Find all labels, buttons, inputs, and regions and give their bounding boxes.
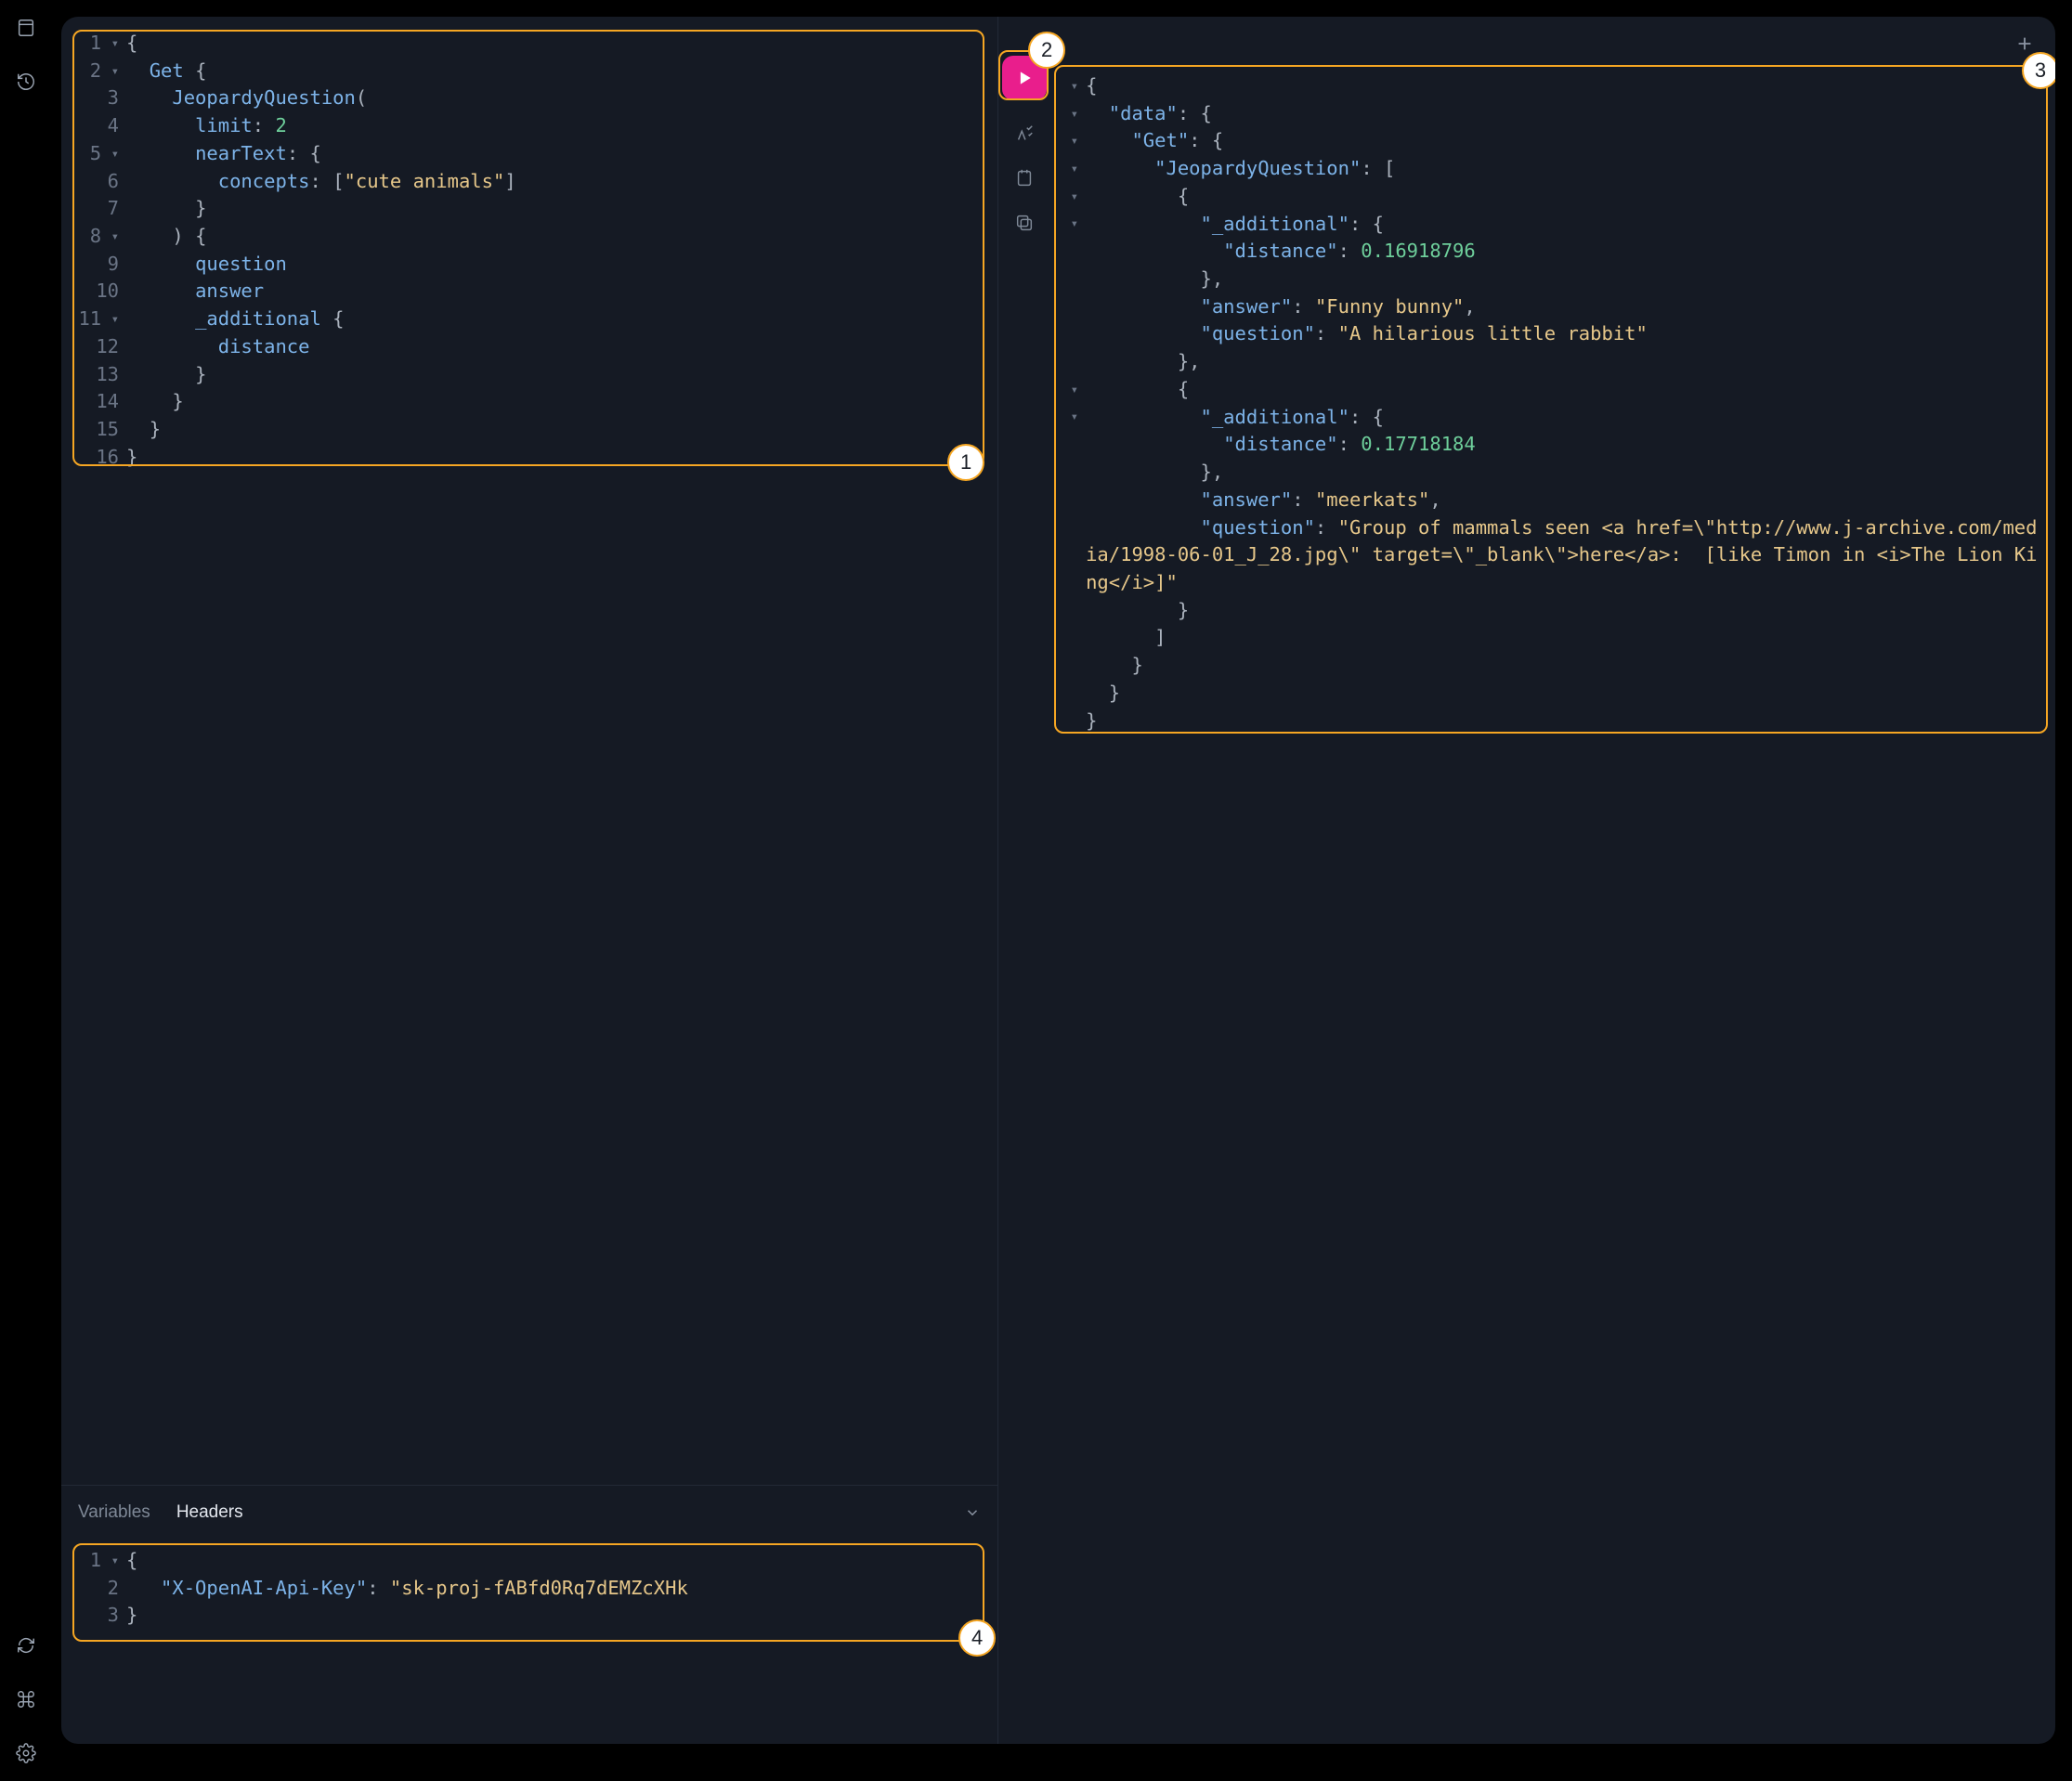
panel-icon[interactable]: [15, 17, 37, 39]
code-line[interactable]: },: [1060, 348, 2046, 376]
tab-headers[interactable]: Headers: [176, 1502, 243, 1523]
code-line[interactable]: ▾{: [1060, 72, 2046, 100]
code-line[interactable]: 16}: [71, 444, 988, 472]
copy-icon[interactable]: [1013, 212, 1036, 234]
code-line[interactable]: }: [1060, 652, 2046, 680]
run-button[interactable]: [1002, 56, 1047, 100]
code-line[interactable]: 4 limit: 2: [71, 112, 988, 140]
code-line[interactable]: ▾ "_additional": {: [1060, 404, 2046, 432]
code-line[interactable]: 14 }: [71, 388, 988, 416]
code-line[interactable]: 3 JeopardyQuestion(: [71, 84, 988, 112]
code-line[interactable]: 5 ▾ nearText: {: [71, 140, 988, 168]
history-icon[interactable]: [15, 71, 37, 93]
code-line[interactable]: 1 ▾{: [71, 30, 988, 58]
code-line[interactable]: "answer": "meerkats",: [1060, 487, 2046, 514]
code-line[interactable]: "distance": 0.16918796: [1060, 238, 2046, 266]
code-line[interactable]: }: [1060, 680, 2046, 708]
result-pane: 3 ▾{▾ "data": {▾ "Get": {▾ "JeopardyQues…: [1050, 17, 2055, 1744]
code-line[interactable]: 9 question: [71, 251, 988, 279]
code-line[interactable]: ▾ {: [1060, 376, 2046, 404]
code-line[interactable]: 6 concepts: ["cute animals"]: [71, 168, 988, 196]
code-line[interactable]: }: [1060, 597, 2046, 625]
code-line[interactable]: 2 "X-OpenAI-Api-Key": "sk-proj-fABfd0Rq7…: [71, 1575, 988, 1603]
code-line[interactable]: 1 ▾{: [71, 1547, 988, 1575]
code-line[interactable]: 8 ▾ ) {: [71, 223, 988, 251]
code-line[interactable]: 2 ▾ Get {: [71, 58, 988, 85]
collapse-chevron-icon[interactable]: [964, 1504, 981, 1521]
code-line[interactable]: ▾ "data": {: [1060, 100, 2046, 128]
code-line[interactable]: ▾ "Get": {: [1060, 127, 2046, 155]
code-line[interactable]: "question": "Group of mammals seen <a hr…: [1060, 514, 2046, 597]
code-line[interactable]: }: [1060, 708, 2046, 735]
headers-editor[interactable]: 4 1 ▾{2 "X-OpenAI-Api-Key": "sk-proj-fAB…: [61, 1540, 997, 1744]
code-line[interactable]: },: [1060, 459, 2046, 487]
merge-icon[interactable]: [1013, 167, 1036, 189]
code-line[interactable]: 7 }: [71, 195, 988, 223]
code-line[interactable]: ]: [1060, 624, 2046, 652]
code-line[interactable]: ▾ "_additional": {: [1060, 211, 2046, 239]
code-line[interactable]: },: [1060, 266, 2046, 293]
code-line[interactable]: 15 }: [71, 416, 988, 444]
code-line[interactable]: 10 answer: [71, 278, 988, 306]
code-line[interactable]: "answer": "Funny bunny",: [1060, 293, 2046, 321]
prettify-icon[interactable]: [1013, 123, 1036, 145]
left-pane: 1 1 ▾{2 ▾ Get {3 JeopardyQuestion(4 limi…: [61, 17, 998, 1744]
app-sidebar: [0, 0, 52, 1781]
action-rail: 2: [998, 17, 1050, 1744]
add-tab-icon[interactable]: [2014, 33, 2035, 54]
refresh-icon[interactable]: [15, 1634, 37, 1657]
code-line[interactable]: 3}: [71, 1602, 988, 1630]
workspace: 1 1 ▾{2 ▾ Get {3 JeopardyQuestion(4 limi…: [61, 17, 2055, 1744]
query-editor[interactable]: 1 1 ▾{2 ▾ Get {3 JeopardyQuestion(4 limi…: [61, 17, 997, 1485]
code-line[interactable]: ▾ {: [1060, 183, 2046, 211]
code-line[interactable]: 13 }: [71, 361, 988, 389]
tab-variables[interactable]: Variables: [78, 1502, 150, 1523]
code-line[interactable]: "distance": 0.17718184: [1060, 431, 2046, 459]
code-line[interactable]: "question": "A hilarious little rabbit": [1060, 320, 2046, 348]
shortcuts-icon[interactable]: [15, 1688, 37, 1710]
bottom-tabs: Variables Headers: [61, 1485, 997, 1540]
settings-icon[interactable]: [15, 1742, 37, 1764]
code-line[interactable]: 12 distance: [71, 333, 988, 361]
code-line[interactable]: 11 ▾ _additional {: [71, 306, 988, 333]
code-line[interactable]: ▾ "JeopardyQuestion": [: [1060, 155, 2046, 183]
result-json[interactable]: ▾{▾ "data": {▾ "Get": {▾ "JeopardyQuesti…: [1060, 72, 2046, 734]
